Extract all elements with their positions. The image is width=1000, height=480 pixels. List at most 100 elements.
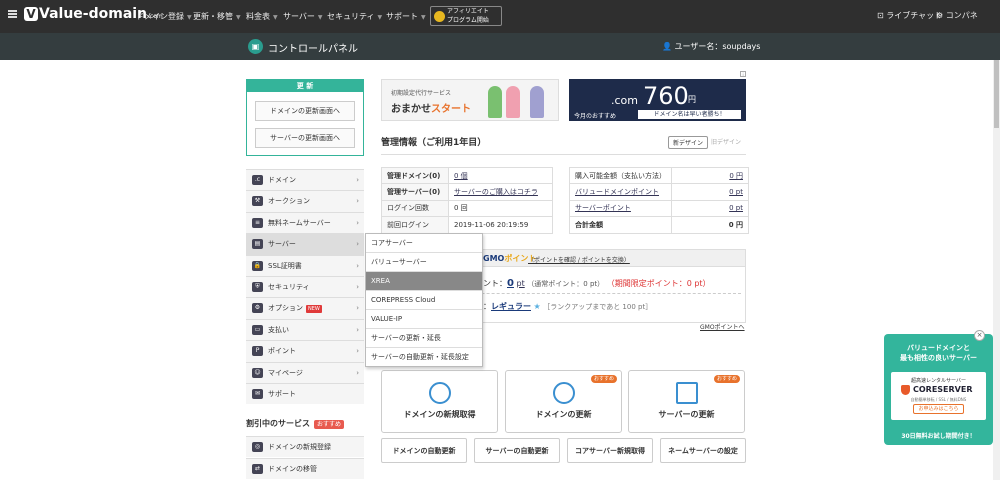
ssl-lock-icon: 🔒 bbox=[252, 260, 263, 271]
sidebar-item-security[interactable]: ⛨ セキュリティ › bbox=[246, 275, 364, 298]
chevron-right-icon: › bbox=[356, 304, 359, 313]
coreserver-logo-icon bbox=[901, 385, 910, 395]
chevron-down-icon: ▼ bbox=[317, 14, 323, 21]
control-panel-link[interactable]: ⚙ コンパネ bbox=[936, 10, 978, 21]
gmo-point-links[interactable]: （ポイントを確認 / ポイントを交換） bbox=[528, 255, 630, 264]
scrollbar-thumb[interactable] bbox=[994, 60, 999, 128]
com-domain-banner[interactable]: .com 760 円 今月のおすすめ ドメイン名は早い者勝ち！ bbox=[569, 79, 746, 121]
rank-link[interactable]: レギュラー bbox=[491, 302, 531, 311]
hamburger-menu-icon[interactable] bbox=[8, 10, 17, 18]
submenu-item-server-renew[interactable]: サーバーの更新・延長 bbox=[366, 329, 482, 348]
person-illustration bbox=[530, 86, 544, 118]
gavel-icon: ⚒ bbox=[252, 196, 263, 207]
chevron-down-icon: ▼ bbox=[377, 14, 383, 21]
old-design-link[interactable]: 旧デザイン bbox=[711, 137, 741, 146]
submenu-item-xrea[interactable]: XREA bbox=[366, 272, 482, 291]
domain-renew-button[interactable]: ドメインの更新画面へ bbox=[255, 101, 355, 121]
server-purchase-link[interactable]: サーバーのご購入はコチラ bbox=[454, 188, 538, 196]
chevron-right-icon: › bbox=[356, 261, 359, 270]
update-box: 更 新 ドメインの更新画面へ サーバーの更新画面へ bbox=[246, 79, 364, 156]
top-navigation-bar: V Value-domain.com ドメイン登録 ▼ 更新・移管 ▼ 料金表 ▼ サー… bbox=[0, 0, 1000, 33]
omakase-start-banner[interactable]: 初期設定代行サービス おまかせスタート bbox=[381, 79, 559, 121]
chevron-down-icon: ▼ bbox=[273, 14, 278, 21]
person-illustration bbox=[488, 86, 502, 118]
nav-server[interactable]: サーバー ▼ bbox=[283, 11, 323, 22]
server-renew-card[interactable]: おすすめ サーバーの更新 bbox=[628, 370, 745, 433]
control-panel-bar bbox=[0, 33, 1000, 60]
star-icon: ★ bbox=[533, 302, 541, 311]
domain-count-link[interactable]: 0 個 bbox=[454, 172, 468, 180]
server-refresh-icon bbox=[676, 382, 698, 404]
affiliate-program-button[interactable]: アフィリエイト プログラム開始 bbox=[430, 6, 502, 26]
recommended-badge: おすすめ bbox=[713, 375, 740, 383]
domain-icon: ◎ bbox=[252, 442, 263, 452]
mail-icon: ✉ bbox=[252, 388, 263, 399]
submenu-item-coreserver[interactable]: コアサーバー bbox=[366, 234, 482, 253]
domain-renew-card[interactable]: おすすめ ドメインの更新 bbox=[505, 370, 622, 433]
chevron-down-icon: ▼ bbox=[421, 14, 426, 21]
gmo-point-more-link[interactable]: GMOポイントへ bbox=[700, 322, 745, 331]
user-icon: ☺ bbox=[252, 367, 263, 378]
username-label: 👤 ユーザー名：soupdays bbox=[662, 42, 761, 51]
discount-item-domain-transfer[interactable]: ⇄ ドメインの移管 bbox=[246, 458, 364, 479]
sidebar-item-free-nameserver[interactable]: ≡ 無料ネームサーバー › bbox=[246, 211, 364, 234]
ad-info-icon[interactable]: i bbox=[740, 71, 746, 77]
sidebar-item-domain[interactable]: .c ドメイン › bbox=[246, 169, 364, 191]
submenu-item-server-auto-renew[interactable]: サーバーの自動更新・延長設定 bbox=[366, 348, 482, 367]
chevron-right-icon: › bbox=[356, 368, 359, 377]
sidebar-item-support[interactable]: ✉ サポート bbox=[246, 382, 364, 405]
submenu-item-value-ip[interactable]: VALUE-IP bbox=[366, 310, 482, 329]
recommended-badge: おすすめ bbox=[590, 375, 617, 383]
server-point-link[interactable]: サーバーポイント bbox=[575, 204, 631, 212]
table-row: サーバーポイント 0 pt bbox=[569, 199, 749, 218]
page-title: コントロールパネル bbox=[268, 44, 358, 55]
globe-icon bbox=[429, 382, 451, 404]
promo-card: 超高速レンタルサーバー CORESERVER 自動簡単移転 / SSL / 無料… bbox=[891, 372, 986, 420]
chevron-right-icon: › bbox=[356, 176, 359, 184]
new-badge: NEW bbox=[306, 305, 322, 314]
nav-security[interactable]: セキュリティ ▼ bbox=[327, 11, 382, 22]
server-renew-button[interactable]: サーバーの更新画面へ bbox=[255, 128, 355, 148]
sidebar-item-server[interactable]: ▤ サーバー › bbox=[246, 233, 364, 255]
management-info-title: 管理情報（ご利用1年目） bbox=[381, 138, 487, 148]
chevron-right-icon: › bbox=[356, 240, 359, 249]
logo-mark-icon: V bbox=[24, 7, 38, 21]
coin-icon bbox=[434, 11, 445, 22]
update-box-title: 更 新 bbox=[247, 80, 363, 92]
promo-apply-button[interactable]: お申込みはこちら bbox=[913, 404, 964, 414]
sidebar-item-auction[interactable]: ⚒ オークション › bbox=[246, 190, 364, 212]
page-scrollbar[interactable] bbox=[993, 60, 1000, 480]
server-auto-renew-button[interactable]: サーバーの自動更新 bbox=[474, 438, 560, 463]
sidebar-item-option[interactable]: ⚙ オプション NEW › bbox=[246, 297, 364, 319]
table-row: 管理サーバー(0) サーバーのご購入はコチラ bbox=[381, 183, 553, 201]
submenu-item-corepress[interactable]: COREPRESS Cloud bbox=[366, 291, 482, 310]
chevron-right-icon: › bbox=[356, 325, 359, 334]
live-chat-link[interactable]: ⊡ ライブチャット bbox=[877, 10, 942, 21]
coreserver-new-button[interactable]: コアサーバー新規取得 bbox=[567, 438, 653, 463]
close-icon[interactable]: × bbox=[974, 330, 985, 341]
coreserver-promo-widget[interactable]: × バリュードメインと 最も相性の良いサーバー 超高速レンタルサーバー CORES… bbox=[884, 330, 993, 445]
domain-new-card[interactable]: ドメインの新規取得 bbox=[381, 370, 498, 433]
com-icon: .c bbox=[252, 175, 263, 185]
nav-renew-transfer[interactable]: 更新・移管 ▼ bbox=[193, 11, 241, 22]
table-row: ログイン回数 0 回 bbox=[381, 199, 553, 218]
sidebar-item-ssl[interactable]: 🔒 SSL証明書 › bbox=[246, 254, 364, 276]
domain-auto-renew-button[interactable]: ドメインの自動更新 bbox=[381, 438, 467, 463]
sidebar-item-payment[interactable]: ▭ 支払い › bbox=[246, 318, 364, 341]
management-left-table: 管理ドメイン(0) 0 個 管理サーバー(0) サーバーのご購入はコチラ ログイン回… bbox=[381, 166, 553, 234]
chevron-right-icon: › bbox=[356, 347, 359, 356]
gmo-point-balance: ント：0 pt （通常ポイント：0 pt） （期間限定ポイント：0 pt） bbox=[483, 278, 711, 289]
nav-pricing[interactable]: 料金表 ▼ bbox=[246, 11, 278, 22]
nav-domain-register[interactable]: ドメイン登録 ▼ bbox=[136, 11, 192, 22]
sidebar-item-mypage[interactable]: ☺ マイページ › bbox=[246, 361, 364, 383]
nav-support[interactable]: サポート ▼ bbox=[386, 11, 426, 22]
discount-item-domain-register[interactable]: ◎ ドメインの新規登録 bbox=[246, 436, 364, 457]
chevron-down-icon: ▼ bbox=[187, 14, 192, 21]
nameserver-settings-button[interactable]: ネームサーバーの設定 bbox=[660, 438, 746, 463]
chevron-right-icon: › bbox=[356, 197, 359, 206]
sidebar-item-point[interactable]: P ポイント › bbox=[246, 340, 364, 362]
submenu-item-valueserver[interactable]: バリューサーバー bbox=[366, 253, 482, 272]
new-design-button[interactable]: 新デザイン bbox=[668, 136, 709, 149]
logo-text: Value-domain bbox=[39, 6, 148, 22]
value-domain-point-link[interactable]: バリュードメインポイント bbox=[575, 188, 659, 196]
